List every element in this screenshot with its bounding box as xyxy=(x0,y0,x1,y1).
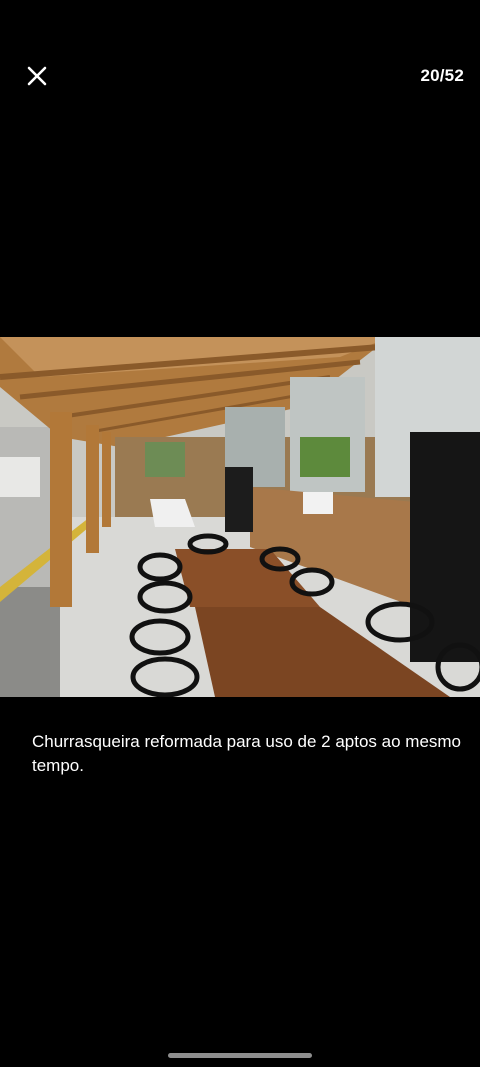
home-indicator[interactable] xyxy=(168,1053,312,1058)
close-icon xyxy=(27,66,47,86)
photo-caption: Churrasqueira reformada para uso de 2 ap… xyxy=(32,732,462,775)
close-button[interactable] xyxy=(22,61,52,91)
listing-photo[interactable] xyxy=(0,337,480,697)
photo-counter: 20/52 xyxy=(420,66,464,85)
